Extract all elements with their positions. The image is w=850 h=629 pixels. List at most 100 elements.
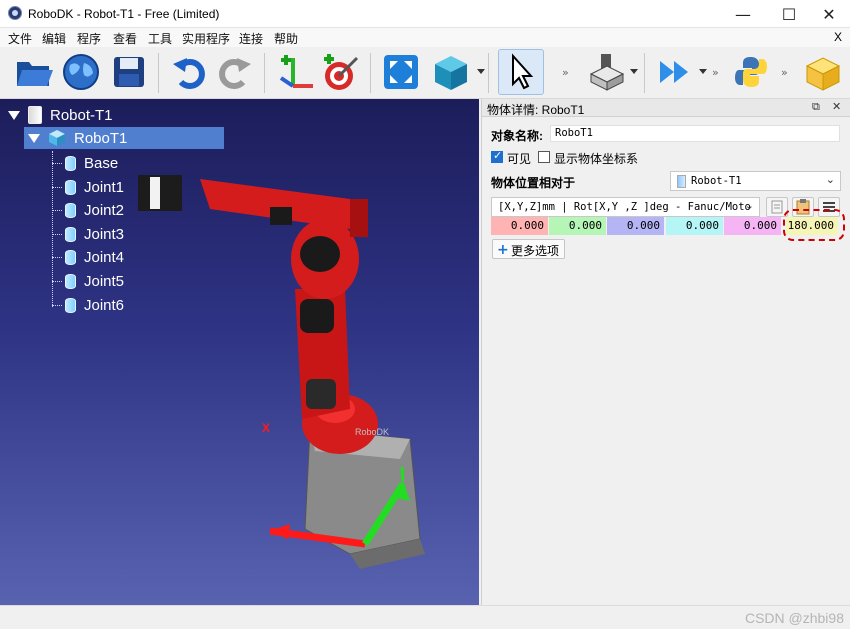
run-dropdown-icon[interactable] (699, 69, 707, 74)
relative-to-select[interactable]: Robot-T1 ⌄ (670, 171, 841, 191)
robot-3d-model[interactable] (120, 159, 460, 599)
tree-item-label: Joint6 (84, 296, 125, 314)
tree-item-label: Joint5 (84, 272, 125, 290)
tree-connector (52, 257, 62, 258)
save-icon[interactable] (106, 49, 152, 95)
joint-cylinder-icon (65, 226, 76, 242)
open-folder-icon[interactable] (10, 49, 56, 95)
menu-tools[interactable]: 工具 (148, 30, 172, 47)
more-options-button[interactable]: + 更多选项 (492, 239, 566, 259)
float-panel-icon[interactable]: ⧉ (812, 100, 820, 114)
menu-help[interactable]: 帮助 (274, 30, 298, 47)
toolbar-separator (158, 53, 159, 93)
view-dropdown-icon[interactable] (477, 69, 485, 74)
menu-close-button[interactable]: X (834, 30, 842, 44)
visible-label: 可见 (507, 152, 532, 166)
run-program-icon[interactable] (652, 49, 698, 95)
tree-item-joint3[interactable]: Joint3 (65, 223, 124, 245)
pose-ry-input[interactable]: 0.000 (724, 217, 781, 235)
close-button[interactable]: ✕ (806, 0, 850, 28)
add-tool-icon[interactable] (584, 49, 630, 95)
tree-connector (52, 163, 62, 164)
joint-cylinder-icon (65, 179, 76, 195)
pose-x-input[interactable]: 0.000 (491, 217, 548, 235)
pose-y-input[interactable]: 0.000 (549, 217, 606, 235)
tree-item-robot[interactable]: RoboT1 (24, 127, 224, 149)
x-axis-label: X (262, 421, 271, 435)
tree-item-joint5[interactable]: Joint5 (65, 270, 124, 292)
panel-header: 物体详情: RoboT1 ⧉ ✕ (482, 99, 850, 117)
toolbar-more-icon[interactable]: » (712, 66, 719, 79)
tree-connector (52, 187, 62, 188)
package-icon[interactable] (800, 49, 846, 95)
panel-title: 物体详情: RoboT1 (487, 103, 585, 117)
menu-connect[interactable]: 连接 (239, 30, 263, 47)
toolbar-more-icon[interactable]: » (781, 66, 788, 79)
collapse-arrow-icon[interactable] (28, 133, 40, 143)
object-name-input[interactable]: RoboT1 (550, 125, 840, 142)
tree-item-joint4[interactable]: Joint4 (65, 246, 124, 268)
title-bar: RoboDK - Robot-T1 - Free (Limited) — ☐ ✕ (0, 0, 850, 28)
robot-model-label: RoboDK (355, 427, 390, 437)
tree-item-station[interactable]: Robot-T1 (8, 104, 113, 126)
pose-rx-input[interactable]: 0.000 (666, 217, 723, 235)
tree-item-label: Joint3 (84, 225, 125, 243)
pose-z-input[interactable]: 0.000 (607, 217, 664, 235)
tree-item-joint2[interactable]: Joint2 (65, 199, 124, 221)
toolbar-separator (488, 53, 489, 93)
watermark: CSDN @zhbi98 (744, 610, 844, 626)
tree-item-label: Joint2 (84, 201, 125, 219)
pose-format-value: [X,Y,Z]mm | Rot[X,Y ,Z ]deg - Fanuc/Moto (498, 201, 751, 213)
tree-item-base[interactable]: Base (65, 152, 118, 174)
add-frame-icon[interactable] (272, 49, 318, 95)
object-name-label: 对象名称: (491, 129, 543, 143)
tree-connector (52, 281, 62, 282)
menu-utilities[interactable]: 实用程序 (182, 30, 230, 47)
3d-viewport[interactable]: Robot-T1 RoboT1 Base Joint1 Joint2 Joint… (0, 99, 479, 605)
menu-program[interactable]: 程序 (77, 30, 101, 47)
globe-icon[interactable] (58, 49, 104, 95)
tree-connector (52, 151, 53, 307)
joint-cylinder-icon (65, 155, 76, 171)
add-target-icon[interactable] (318, 49, 364, 95)
chevron-down-icon: ⌄ (744, 199, 754, 212)
select-pointer-icon[interactable] (498, 49, 544, 95)
show-frame-label: 显示物体坐标系 (554, 152, 639, 166)
relative-to-value: Robot-T1 (691, 175, 742, 187)
collapse-arrow-icon[interactable] (8, 110, 20, 120)
view-cube-icon[interactable] (428, 49, 474, 95)
tree-item-label: Base (84, 154, 119, 172)
robot-small-icon (677, 175, 686, 188)
highlight-annotation (783, 209, 845, 241)
tree-item-label: Joint4 (84, 248, 125, 266)
python-icon[interactable] (728, 49, 774, 95)
menu-edit[interactable]: 编辑 (42, 30, 66, 47)
joint-cylinder-icon (65, 297, 76, 313)
undo-icon[interactable] (166, 49, 212, 95)
tool-dropdown-icon[interactable] (630, 69, 638, 74)
joint-cylinder-icon (65, 273, 76, 289)
show-frame-checkbox[interactable] (538, 151, 550, 163)
menu-view[interactable]: 查看 (113, 30, 137, 47)
fit-all-icon[interactable] (378, 49, 424, 95)
toolbar-separator (264, 53, 265, 93)
visible-checkbox[interactable] (491, 149, 503, 163)
pose-format-select[interactable]: [X,Y,Z]mm | Rot[X,Y ,Z ]deg - Fanuc/Moto… (491, 197, 760, 217)
robot-cube-icon (49, 130, 65, 146)
menu-file[interactable]: 文件 (8, 30, 32, 47)
tree-item-label: Joint1 (84, 178, 125, 196)
window-title: RoboDK - Robot-T1 - Free (Limited) (28, 7, 220, 21)
station-icon (28, 106, 42, 124)
toolbar-more-icon[interactable]: » (562, 66, 569, 79)
redo-icon[interactable] (212, 49, 258, 95)
close-panel-icon[interactable]: ✕ (832, 100, 841, 113)
tree-connector (52, 305, 62, 306)
tree-item-joint6[interactable]: Joint6 (65, 294, 124, 316)
tree-item-joint1[interactable]: Joint1 (65, 176, 124, 198)
joint-cylinder-icon (65, 202, 76, 218)
tree-item-label: Robot-T1 (50, 106, 113, 124)
tree-connector (52, 210, 62, 211)
plus-icon: + (497, 242, 509, 258)
tree-item-label: RoboT1 (74, 129, 128, 147)
minimize-button[interactable]: — (720, 0, 766, 28)
